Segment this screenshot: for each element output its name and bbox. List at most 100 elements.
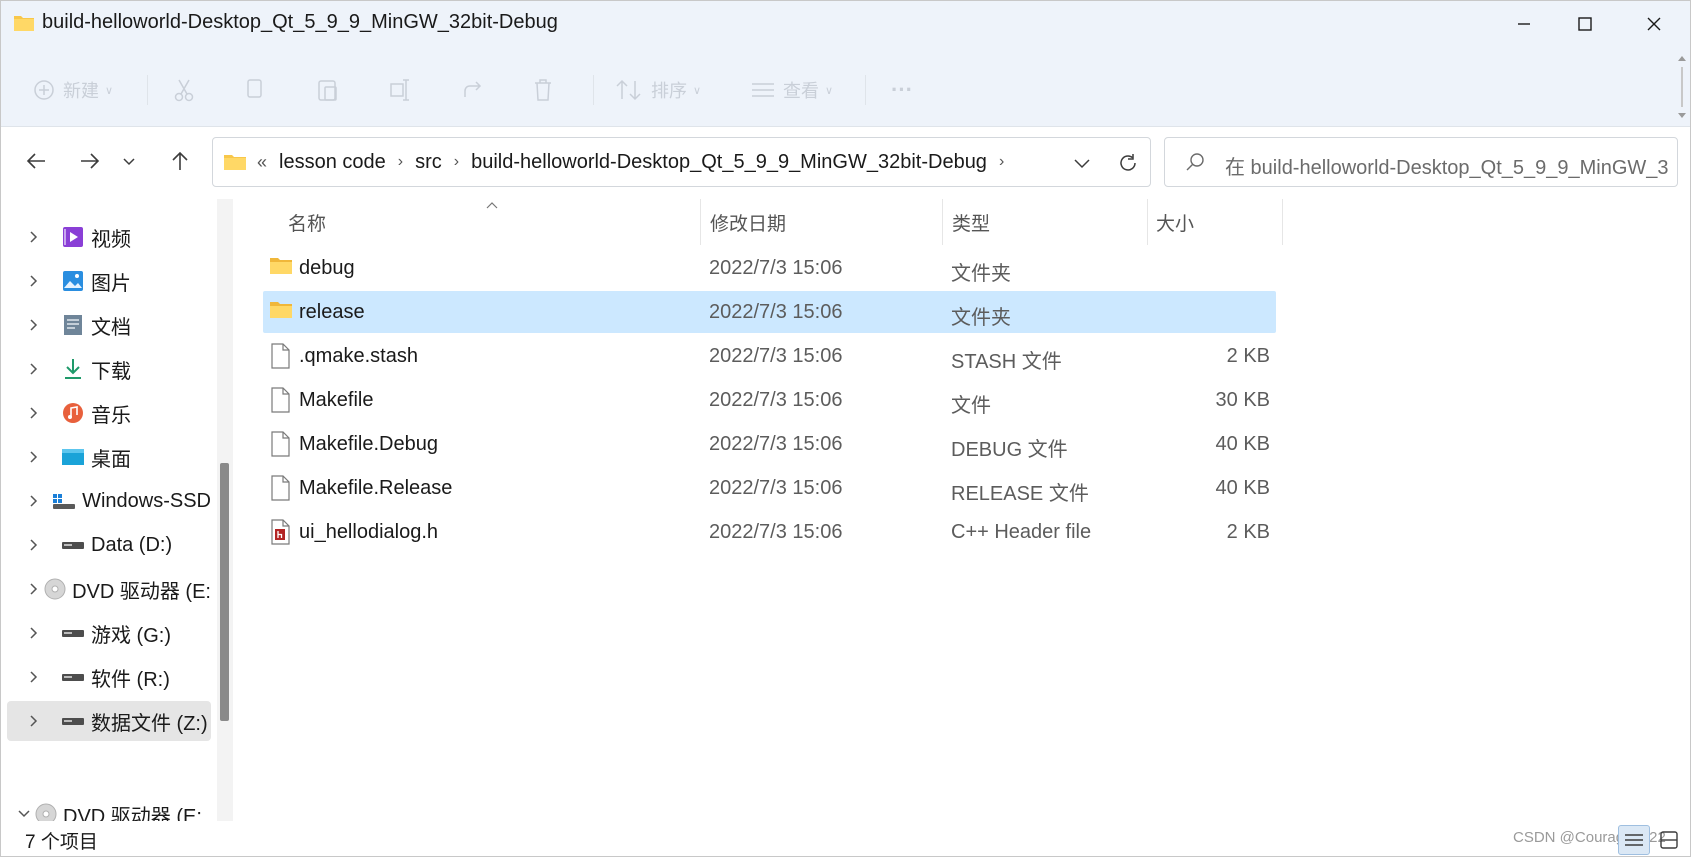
divider (593, 75, 594, 105)
back-button[interactable] (19, 144, 53, 178)
file-row-debug[interactable]: debug 2022/7/3 15:06 文件夹 (263, 247, 1276, 289)
paste-button[interactable] (317, 73, 339, 107)
file-row-release[interactable]: release 2022/7/3 15:06 文件夹 (263, 291, 1276, 333)
breadcrumb-src[interactable]: src (415, 151, 442, 174)
sidebar-item-videos[interactable]: 视频 (7, 217, 211, 257)
address-bar[interactable]: « lesson code › src › build-helloworld-D… (212, 137, 1151, 187)
column-divider[interactable] (1147, 199, 1148, 245)
details-view-button[interactable] (1618, 825, 1650, 855)
column-header-label: 大小 (1156, 213, 1195, 235)
file-size: 40 KB (1215, 477, 1270, 499)
view-button[interactable]: 查看 ∨ (751, 73, 833, 107)
sidebar-item-dvd-e-expanded[interactable]: DVD 驱动器 (E: (1, 794, 202, 821)
sidebar-item-music[interactable]: 音乐 (7, 393, 211, 433)
sidebar-item-desktop[interactable]: 桌面 (7, 437, 211, 477)
rename-button[interactable] (389, 73, 411, 107)
tiles-view-icon (1660, 831, 1678, 849)
music-icon (61, 401, 85, 425)
sidebar-item-label: Data (D:) (91, 533, 173, 556)
search-input[interactable]: 在 build-helloworld-Desktop_Qt_5_9_9_MinG… (1225, 151, 1669, 180)
arrow-left-icon (26, 153, 45, 169)
more-icon: ··· (891, 77, 913, 102)
chevron-right-icon[interactable] (29, 318, 57, 332)
refresh-button[interactable] (1111, 146, 1145, 180)
file-name: ui_hellodialog.h (299, 521, 439, 543)
sidebar-item-documents[interactable]: 文档 (7, 305, 211, 345)
breadcrumb-chevron[interactable]: › (398, 153, 403, 171)
column-header-name[interactable]: 名称 (288, 199, 326, 245)
forward-button[interactable] (73, 144, 107, 178)
sidebar-item-dvd-e[interactable]: DVD 驱动器 (E: (7, 569, 211, 609)
column-divider[interactable] (942, 199, 943, 245)
sidebar-item-games-g[interactable]: 游戏 (G:) (7, 613, 211, 653)
title-bar: build-helloworld-Desktop_Qt_5_9_9_MinGW_… (1, 1, 1690, 47)
breadcrumb-chevron[interactable]: › (454, 153, 459, 171)
new-label: 新建 (63, 81, 99, 101)
sidebar-item-label: 图片 (91, 272, 131, 295)
divider (865, 75, 866, 105)
sidebar-item-data-d[interactable]: Data (D:) (7, 525, 211, 565)
copy-icon (247, 79, 262, 98)
delete-button[interactable] (533, 73, 553, 107)
maximize-button[interactable] (1549, 1, 1621, 47)
trash-icon (535, 79, 551, 101)
sidebar-item-windows-ssd[interactable]: Windows-SSD (7, 481, 211, 521)
sidebar-item-label: DVD 驱动器 (E: (72, 580, 211, 603)
sidebar-item-datafiles-z[interactable]: 数据文件 (Z:) (7, 701, 211, 741)
rename-icon (390, 79, 409, 101)
chevron-right-icon[interactable] (29, 274, 57, 288)
chevron-right-icon[interactable] (29, 494, 48, 508)
file-size: 2 KB (1226, 345, 1270, 367)
chevron-right-icon[interactable] (29, 406, 57, 420)
address-history-button[interactable] (1065, 146, 1099, 180)
file-row-makefile-debug[interactable]: Makefile.Debug 2022/7/3 15:06 DEBUG 文件 4… (263, 423, 1276, 465)
scissors-icon (174, 79, 194, 102)
sidebar-item-label: 视频 (91, 228, 131, 251)
chevron-right-icon[interactable] (29, 670, 57, 684)
breadcrumb-lesson-code[interactable]: lesson code (279, 151, 386, 174)
breadcrumb-current-folder[interactable]: build-helloworld-Desktop_Qt_5_9_9_MinGW_… (471, 151, 987, 174)
sidebar-item-downloads[interactable]: 下载 (7, 349, 211, 389)
sidebar-item-software-r[interactable]: 软件 (R:) (7, 657, 211, 697)
chevron-right-icon[interactable] (29, 626, 57, 640)
header-file-icon (269, 519, 293, 545)
arrow-up-icon (172, 151, 188, 170)
sidebar-scrollbar-thumb[interactable] (220, 463, 229, 721)
drive-icon (61, 533, 85, 557)
more-button[interactable]: ··· (891, 73, 913, 107)
search-box[interactable]: 在 build-helloworld-Desktop_Qt_5_9_9_MinG… (1164, 137, 1678, 187)
chevron-right-icon[interactable] (29, 538, 57, 552)
column-header-size[interactable]: 大小 (1156, 199, 1194, 245)
chevron-right-icon[interactable] (29, 362, 57, 376)
breadcrumb-chevron[interactable]: › (999, 153, 1004, 171)
chevron-down-icon[interactable] (17, 809, 31, 819)
chevron-right-icon[interactable] (29, 582, 40, 596)
chevron-right-icon[interactable] (29, 714, 57, 728)
file-row-ui-hellodialog-h[interactable]: ui_hellodialog.h 2022/7/3 15:06 C++ Head… (263, 511, 1276, 553)
recent-locations-button[interactable] (117, 144, 141, 178)
column-divider[interactable] (1282, 199, 1283, 245)
copy-button[interactable] (245, 73, 265, 107)
file-row-qmake-stash[interactable]: .qmake.stash 2022/7/3 15:06 STASH 文件 2 K… (263, 335, 1276, 377)
drive-icon (61, 621, 85, 645)
file-row-makefile-release[interactable]: Makefile.Release 2022/7/3 15:06 RELEASE … (263, 467, 1276, 509)
up-button[interactable] (163, 144, 197, 178)
chevron-right-icon[interactable] (29, 450, 57, 464)
column-header-type[interactable]: 类型 (952, 199, 990, 245)
breadcrumb-overflow[interactable]: « (257, 152, 267, 173)
window-scrollbar[interactable] (1673, 47, 1691, 127)
sidebar-item-label: 桌面 (91, 448, 131, 471)
sort-button[interactable]: 排序 ∨ (615, 73, 701, 107)
close-button[interactable] (1618, 1, 1690, 47)
new-button[interactable]: 新建 ∨ (33, 73, 113, 107)
cut-button[interactable] (173, 73, 195, 107)
chevron-right-icon[interactable] (29, 230, 57, 244)
file-row-makefile[interactable]: Makefile 2022/7/3 15:06 文件 30 KB (263, 379, 1276, 421)
column-header-date[interactable]: 修改日期 (710, 199, 786, 245)
share-button[interactable] (461, 73, 485, 107)
tiles-view-button[interactable] (1653, 825, 1685, 855)
sidebar-item-pictures[interactable]: 图片 (7, 261, 211, 301)
details-view-icon (1625, 834, 1643, 846)
column-divider[interactable] (700, 199, 701, 245)
file-icon (269, 431, 293, 457)
